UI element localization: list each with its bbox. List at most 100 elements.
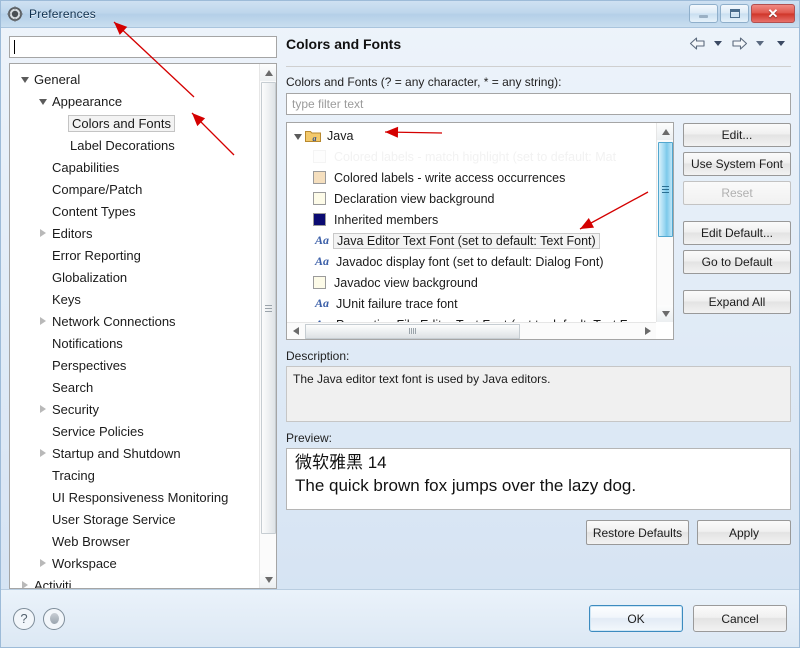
scroll-up-button[interactable] bbox=[260, 64, 276, 81]
colors-and-fonts-list: a Java Colored labels - match highlight … bbox=[286, 122, 674, 340]
use-system-font-button[interactable]: Use System Font bbox=[683, 152, 791, 176]
tree-item-editors[interactable]: Editors bbox=[10, 222, 259, 244]
tree-item-label: Service Policies bbox=[52, 423, 144, 439]
tree-item-label: UI Responsiveness Monitoring bbox=[52, 489, 229, 505]
button-spacer bbox=[683, 279, 791, 285]
preview-label: Preview: bbox=[286, 431, 333, 445]
text-caret bbox=[14, 40, 15, 54]
font-list-item[interactable]: Aa JUnit failure trace font bbox=[287, 293, 656, 314]
hscrollbar-grip bbox=[409, 328, 416, 334]
font-list-item[interactable]: Javadoc view background bbox=[287, 272, 656, 293]
tree-vertical-scrollbar[interactable] bbox=[259, 64, 276, 588]
tree-item-web-browser[interactable]: Web Browser bbox=[10, 530, 259, 552]
twisty-closed-icon[interactable] bbox=[36, 405, 50, 413]
twisty-closed-icon[interactable] bbox=[36, 229, 50, 237]
preview-box: 微软雅黑 14 The quick brown fox jumps over t… bbox=[286, 448, 791, 510]
more-menu-chevron-down-icon[interactable] bbox=[771, 34, 791, 52]
eclipse-gear-icon bbox=[7, 6, 23, 22]
tree-item-tracing[interactable]: Tracing bbox=[10, 464, 259, 486]
font-aa-icon: Aa bbox=[314, 254, 329, 268]
twisty-closed-icon[interactable] bbox=[36, 317, 50, 325]
cancel-button[interactable]: Cancel bbox=[693, 605, 787, 632]
ok-button[interactable]: OK bbox=[589, 605, 683, 632]
twisty-open-icon[interactable] bbox=[291, 132, 305, 140]
page-filter-label: Colors and Fonts (? = any character, * =… bbox=[286, 75, 562, 89]
forward-menu-chevron-down-icon[interactable] bbox=[750, 34, 770, 52]
preview-line-2: The quick brown fox jumps over the lazy … bbox=[295, 475, 637, 495]
tree-item-service-policies[interactable]: Service Policies bbox=[10, 420, 259, 442]
font-list-item[interactable]: Aa Java Editor Text Font (set to default:… bbox=[287, 230, 656, 251]
page-filter-input[interactable]: type filter text bbox=[286, 93, 791, 115]
color-swatch-icon bbox=[313, 192, 326, 205]
twisty-closed-icon[interactable] bbox=[36, 449, 50, 457]
edit-default-button[interactable]: Edit Default... bbox=[683, 221, 791, 245]
twisty-open-icon[interactable] bbox=[18, 75, 32, 83]
preferences-filter-input[interactable] bbox=[9, 36, 277, 58]
font-list-item[interactable]: Inherited members bbox=[287, 209, 656, 230]
scroll-right-button[interactable] bbox=[639, 323, 656, 340]
hscrollbar-thumb[interactable] bbox=[305, 323, 520, 339]
font-list-item[interactable]: Colored labels - match highlight (set to… bbox=[287, 146, 656, 167]
header-divider bbox=[286, 66, 791, 67]
tree-item-security[interactable]: Security bbox=[10, 398, 259, 420]
minimize-icon bbox=[699, 15, 708, 18]
close-button[interactable]: ✕ bbox=[751, 4, 795, 23]
preview-line-1: 微软雅黑 14 bbox=[295, 453, 387, 472]
font-list-item-label: Colored labels - match highlight (set to… bbox=[334, 149, 617, 164]
edit-button[interactable]: Edit... bbox=[683, 123, 791, 147]
twisty-open-icon[interactable] bbox=[36, 97, 50, 105]
scroll-down-button[interactable] bbox=[657, 305, 673, 322]
tree-item-content-types[interactable]: Content Types bbox=[10, 200, 259, 222]
apply-button[interactable]: Apply bbox=[697, 520, 791, 545]
tree-item-label: Colors and Fonts bbox=[68, 114, 175, 132]
scrollbar-grip bbox=[265, 303, 272, 314]
font-list-item[interactable]: AaProperties File Editor Text Font (set … bbox=[287, 314, 656, 322]
back-arrow-icon[interactable] bbox=[687, 34, 707, 52]
tree-item-ui-responsiveness-monitoring[interactable]: UI Responsiveness Monitoring bbox=[10, 486, 259, 508]
tree-item-appearance[interactable]: Appearance bbox=[10, 90, 259, 112]
back-menu-chevron-down-icon[interactable] bbox=[708, 34, 728, 52]
tree-item-perspectives[interactable]: Perspectives bbox=[10, 354, 259, 376]
tree-item-notifications[interactable]: Notifications bbox=[10, 332, 259, 354]
fingerprint-icon[interactable] bbox=[43, 607, 65, 630]
list-item-java-root[interactable]: a Java bbox=[287, 125, 656, 146]
font-list-item[interactable]: Colored labels - write access occurrence… bbox=[287, 167, 656, 188]
tree-item-search[interactable]: Search bbox=[10, 376, 259, 398]
tree-item-user-storage-service[interactable]: User Storage Service bbox=[10, 508, 259, 530]
close-icon: ✕ bbox=[767, 6, 779, 21]
tree-item-compare-patch[interactable]: Compare/Patch bbox=[10, 178, 259, 200]
twisty-closed-icon[interactable] bbox=[36, 559, 50, 567]
restore-defaults-button[interactable]: Restore Defaults bbox=[586, 520, 689, 545]
expand-all-button[interactable]: Expand All bbox=[683, 290, 791, 314]
twisty-closed-icon[interactable] bbox=[18, 581, 32, 588]
scroll-up-button[interactable] bbox=[657, 123, 673, 140]
tree-item-workspace[interactable]: Workspace bbox=[10, 552, 259, 574]
font-aa-icon: Aa bbox=[314, 233, 329, 247]
scroll-down-button[interactable] bbox=[260, 571, 276, 588]
font-list-item[interactable]: Declaration view background bbox=[287, 188, 656, 209]
scrollbar-thumb[interactable] bbox=[261, 82, 276, 534]
font-list-item[interactable]: Aa Javadoc display font (set to default: … bbox=[287, 251, 656, 272]
scroll-left-button[interactable] bbox=[287, 323, 304, 340]
tree-item-label-decorations[interactable]: Label Decorations bbox=[10, 134, 259, 156]
scrollbar-thumb[interactable] bbox=[658, 142, 673, 237]
tree-item-colors-and-fonts[interactable]: Colors and Fonts bbox=[10, 112, 259, 134]
go-to-default-button[interactable]: Go to Default bbox=[683, 250, 791, 274]
tree-item-startup-and-shutdown[interactable]: Startup and Shutdown bbox=[10, 442, 259, 464]
minimize-button[interactable] bbox=[689, 4, 718, 23]
tree-item-error-reporting[interactable]: Error Reporting bbox=[10, 244, 259, 266]
tree-item-general[interactable]: General bbox=[10, 68, 259, 90]
tree-item-globalization[interactable]: Globalization bbox=[10, 266, 259, 288]
tree-item-activiti[interactable]: Activiti bbox=[10, 574, 259, 588]
font-list-horizontal-scrollbar[interactable] bbox=[287, 322, 656, 339]
tree-item-network-connections[interactable]: Network Connections bbox=[10, 310, 259, 332]
tree-item-label: Security bbox=[52, 401, 99, 417]
tree-item-keys[interactable]: Keys bbox=[10, 288, 259, 310]
tree-item-label: Workspace bbox=[52, 555, 117, 571]
tree-item-capabilities[interactable]: Capabilities bbox=[10, 156, 259, 178]
color-swatch-icon bbox=[313, 213, 326, 226]
font-list-vertical-scrollbar[interactable] bbox=[656, 123, 673, 322]
maximize-button[interactable] bbox=[720, 4, 749, 23]
question-mark-icon[interactable]: ? bbox=[13, 607, 35, 630]
forward-arrow-icon[interactable] bbox=[729, 34, 749, 52]
